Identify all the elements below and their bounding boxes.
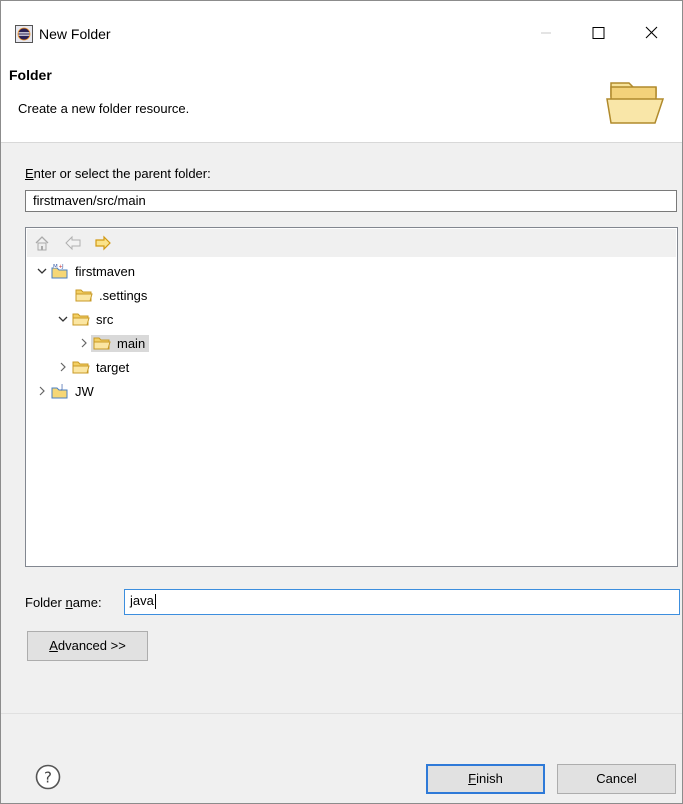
title-bar[interactable]: New Folder [1,1,682,59]
chevron-right-icon[interactable] [56,360,70,374]
svg-text:J: J [61,264,64,270]
tree-node-label: firstmaven [75,263,135,279]
parent-folder-input[interactable]: firstmaven/src/main [25,190,677,212]
maximize-icon[interactable] [575,13,621,53]
tree-node-src[interactable]: src [56,308,115,330]
tree-toolbar [27,229,676,257]
folder-name-input[interactable]: java [124,589,680,615]
chevron-down-icon[interactable] [35,264,49,278]
tree-node-main[interactable]: main [77,332,150,354]
folder-icon [72,361,90,374]
folder-icon [93,337,111,350]
tree-node-label: .settings [99,287,148,303]
folder-name-label: Folder name: [25,595,102,610]
tree-node-label: main [117,335,146,351]
svg-text:?: ? [44,769,52,787]
minimize-icon[interactable] [523,13,569,53]
tree-node-firstmaven[interactable]: M + J firstmaven [35,260,137,282]
banner-description: Create a new folder resource. [18,101,190,116]
window-title: New Folder [39,26,111,42]
folder-tree[interactable]: M + J firstmaven .settings src main targ… [25,227,678,567]
forward-icon[interactable] [95,235,111,251]
maven-project-icon: M + J [51,263,68,279]
advanced-button[interactable]: Advanced >> [27,631,148,661]
cancel-button[interactable]: Cancel [557,764,676,794]
banner-title: Folder [9,67,52,83]
text-caret [154,594,156,610]
java-project-icon: J [51,383,68,399]
chevron-right-icon[interactable] [77,336,91,350]
chevron-down-icon[interactable] [56,312,70,326]
svg-text:J: J [60,383,63,391]
tree-node-settings[interactable]: .settings [73,284,149,306]
finish-button[interactable]: Finish [426,764,545,794]
folder-icon [72,313,90,326]
tree-node-label: JW [75,383,94,399]
new-folder-dialog: New Folder Folder Create a new folder re… [0,0,683,804]
tree-node-jw[interactable]: J JW [35,380,96,402]
close-icon[interactable] [629,13,675,53]
eclipse-app-icon [15,25,33,43]
tree-node-label: src [96,311,114,327]
svg-text:M: M [53,264,58,270]
tree-node-target[interactable]: target [56,356,131,378]
wizard-banner: Folder Create a new folder resource. [1,59,682,143]
selected-highlight: main [91,334,150,352]
chevron-right-icon[interactable] [35,384,49,398]
folder-name-value: java [130,593,154,608]
home-icon[interactable] [34,235,50,251]
folder-icon [75,289,93,302]
open-folder-icon [606,82,665,124]
help-icon[interactable]: ? [35,764,61,790]
footer-separator [1,713,682,714]
parent-folder-label: Enter or select the parent folder: [25,166,211,181]
tree-node-label: target [96,359,130,375]
back-icon[interactable] [65,235,81,251]
